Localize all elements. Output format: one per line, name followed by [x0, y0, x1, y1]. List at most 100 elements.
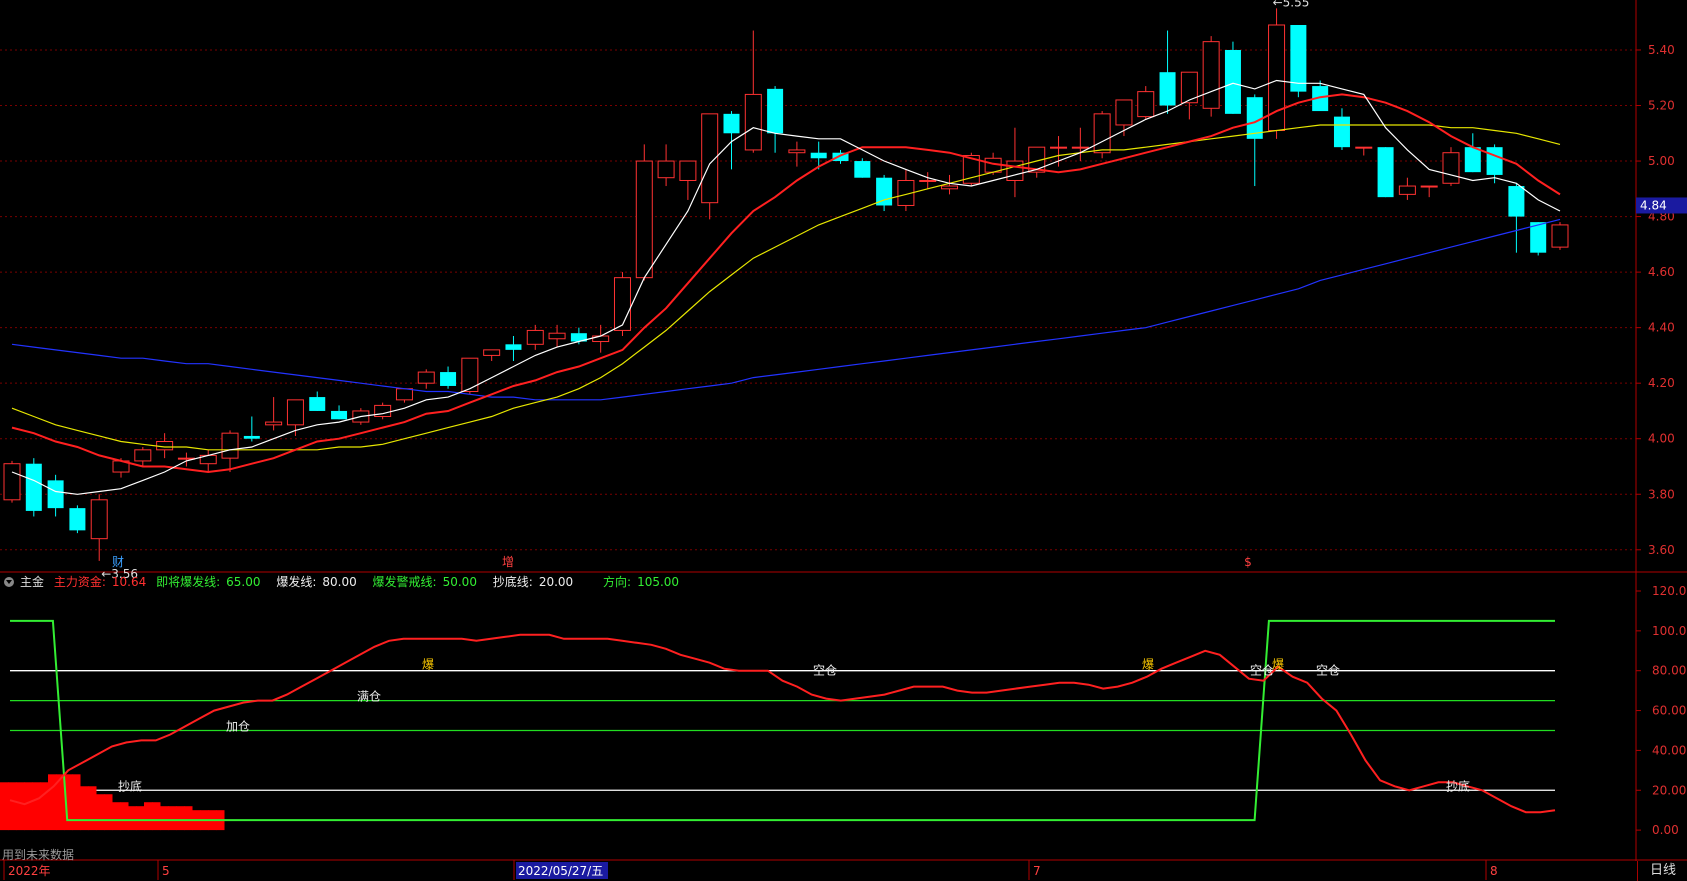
candle-body-down — [810, 152, 827, 159]
fund-histogram-bar — [184, 806, 193, 831]
indicator-annotation: 空仓 — [1250, 664, 1274, 678]
indicator-annotation: 空仓 — [813, 664, 837, 678]
candle-body-up — [657, 160, 675, 179]
candle-body-up — [613, 277, 631, 331]
indicator-tick-label: 100.0 — [1652, 624, 1686, 638]
fund-histogram-bar — [144, 802, 153, 831]
candle-body-down — [1159, 72, 1176, 106]
candle-body-up — [526, 329, 544, 345]
indicator-annotation: 加仓 — [226, 719, 250, 733]
candle-body-up — [1093, 113, 1111, 154]
candle-body-down — [309, 397, 326, 411]
candle-body-down — [876, 177, 893, 206]
time-label: 8 — [1490, 864, 1498, 878]
candle-body-up — [3, 463, 21, 501]
candle-body-up — [679, 160, 697, 181]
price-tick-label: 5.40 — [1648, 43, 1675, 57]
candle-body-up — [483, 349, 501, 356]
indicator-tick-label: 60.00 — [1652, 704, 1686, 718]
indicator-header: 主金 主力资金: 10.64 即将爆发线: 65.00 爆发线: 80.00 爆发警戒… — [0, 573, 1637, 591]
indicator-tick-label: 80.00 — [1652, 664, 1686, 678]
candle-body-up — [286, 399, 304, 426]
fund-histogram-bar — [72, 774, 81, 831]
fund-histogram-bar — [24, 782, 33, 831]
candle-body-down — [47, 480, 64, 509]
candle-body-down — [243, 435, 260, 439]
fund-histogram-bar — [80, 786, 89, 831]
candle-body-up — [919, 179, 937, 182]
candle-body-up — [1442, 152, 1460, 184]
indicator-annotation: 满仓 — [357, 690, 381, 704]
candle-body-down — [1508, 186, 1525, 217]
fund-histogram-bar — [8, 782, 17, 831]
fund-histogram-bar — [136, 806, 145, 831]
candle-body-up — [635, 160, 653, 279]
menu-circle-icon[interactable] — [4, 577, 14, 587]
warn-value: 50.00 — [442, 575, 477, 589]
ma20-line — [11, 124, 1561, 451]
fund-histogram-bar — [16, 782, 25, 831]
fund-histogram-bar — [40, 782, 49, 831]
candle-body-up — [548, 332, 566, 340]
candle-body-up — [265, 421, 283, 426]
price-chart[interactable]: 5.405.205.004.804.604.404.204.003.803.60… — [0, 0, 1687, 881]
fund-histogram-bar — [152, 802, 161, 831]
candle-body-down — [1290, 24, 1307, 92]
indicator-annotation: 爆 — [1272, 658, 1284, 672]
price-tick-label: 5.00 — [1648, 154, 1675, 168]
fund-histogram-bar — [104, 794, 113, 831]
indicator-annotation: 爆 — [1142, 658, 1154, 672]
high-price-marker: ←5.55 — [1273, 0, 1310, 9]
candle-body-down — [505, 344, 522, 350]
event-marker: 财 — [112, 555, 124, 569]
time-label: 2022年 — [8, 864, 51, 878]
candle-body-up — [941, 185, 959, 190]
candle-body-up — [1551, 224, 1569, 248]
candle-body-up — [1202, 41, 1220, 109]
bottom-value: 20.00 — [538, 575, 574, 589]
candle-body-down — [1486, 147, 1503, 175]
candle-body-up — [1420, 185, 1438, 188]
event-marker: 增 — [502, 555, 514, 569]
candle-body-up — [395, 388, 413, 401]
candle-body-down — [440, 372, 457, 386]
fund-histogram-bar — [120, 802, 129, 831]
candle-body-down — [1377, 147, 1394, 198]
candle-body-down — [25, 463, 42, 511]
price-tick-label: 5.20 — [1648, 99, 1675, 113]
price-tick-label: 4.00 — [1648, 432, 1675, 446]
period-button[interactable]: 日线 — [1637, 861, 1687, 881]
direction-label: 方向: — [603, 575, 632, 589]
time-label: 7 — [1033, 864, 1041, 878]
candle-body-up — [1071, 146, 1089, 149]
indicator-annotation: 抄底 — [118, 778, 142, 793]
fund-histogram-bar — [176, 806, 185, 831]
candle-body-down — [1464, 147, 1481, 173]
candle-body-down — [1224, 49, 1241, 114]
candle-body-down — [767, 88, 784, 134]
event-marker: $ — [1244, 555, 1252, 569]
candle-body-up — [156, 440, 174, 451]
fund-histogram-bar — [88, 786, 97, 831]
last-price-label: 4.84 — [1640, 198, 1667, 212]
time-label: 5 — [162, 864, 170, 878]
indicator-tick-label: 20.00 — [1652, 783, 1686, 797]
fund-histogram-bar — [112, 802, 121, 831]
burst-value: 80.00 — [322, 575, 357, 589]
indicator-annotation: 爆 — [422, 658, 434, 672]
ma5-line — [11, 79, 1561, 495]
ma60-line — [11, 218, 1561, 401]
time-label: 2022/05/27/五 — [518, 864, 603, 878]
indicator-name[interactable]: 主金 — [20, 575, 44, 589]
candle-body-up — [1398, 185, 1416, 195]
candle-body-down — [69, 508, 86, 531]
main-fund-value: 10.64 — [111, 575, 147, 589]
indicator-tick-label: 40.00 — [1652, 743, 1686, 757]
main-fund-label: 主力资金: — [53, 575, 106, 589]
imminent-value: 65.00 — [226, 575, 261, 589]
ma10-line — [11, 93, 1561, 474]
fund-histogram-bar — [160, 806, 169, 831]
fund-histogram-bar — [96, 794, 105, 831]
candle-body-up — [788, 149, 806, 154]
candle-body-up — [221, 432, 239, 459]
